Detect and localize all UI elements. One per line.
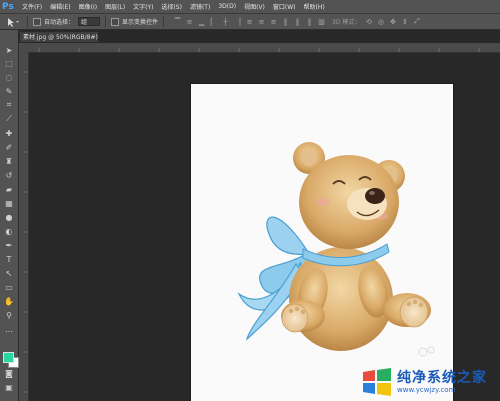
align-vcenter-icon[interactable]: ≡ — [185, 17, 194, 26]
gradient-tool-icon[interactable]: ▦ — [3, 198, 15, 208]
3d-roll-icon[interactable]: ◎ — [376, 17, 385, 26]
path-selection-tool-icon[interactable]: ↖ — [3, 268, 15, 278]
menu-help[interactable]: 帮助(H) — [300, 2, 329, 11]
align-bottom-icon[interactable]: ▁ — [197, 17, 206, 26]
align-top-icon[interactable]: ▔ — [173, 17, 182, 26]
menu-filter[interactable]: 滤镜(T) — [186, 2, 214, 11]
brush-tool-icon[interactable]: ✐ — [3, 142, 15, 152]
auto-select-label: 自动选择： — [44, 19, 75, 26]
foreground-color-swatch[interactable] — [3, 352, 14, 363]
windows-logo-icon — [363, 367, 391, 396]
screen-mode-icon[interactable]: ▣ — [3, 382, 15, 392]
menu-edit[interactable]: 编辑(E) — [46, 2, 74, 11]
3d-slide-icon[interactable]: ⇕ — [400, 17, 409, 26]
blur-tool-icon[interactable]: ● — [3, 212, 15, 222]
menu-type[interactable]: 文字(Y) — [129, 2, 157, 11]
document-tab[interactable]: 素材.jpg @ 50%(RGB/8#)× — [19, 31, 99, 42]
more-tools-icon[interactable]: … — [3, 324, 15, 334]
quick-mask-icon[interactable]: ◙ — [3, 368, 15, 378]
distribute-bottom-icon[interactable]: ≡ — [269, 17, 278, 26]
auto-select-dropdown[interactable]: 组 — [78, 17, 101, 26]
distribute-right-icon[interactable]: ‖ — [305, 17, 314, 26]
clone-stamp-tool-icon[interactable]: ♜ — [3, 156, 15, 166]
move-tool-preset-icon[interactable] — [4, 16, 22, 27]
history-brush-tool-icon[interactable]: ↺ — [3, 170, 15, 180]
crop-tool-icon[interactable]: ⌗ — [3, 100, 15, 110]
3d-pan-icon[interactable]: ✥ — [388, 17, 397, 26]
watermark: 纯净系统之家 www.ycwjzy.com — [361, 362, 500, 401]
align-hcenter-icon[interactable]: ┼ — [221, 17, 230, 26]
move-tool-icon[interactable]: ➤ — [3, 45, 15, 55]
menu-window[interactable]: 窗口(W) — [269, 2, 300, 11]
menu-select[interactable]: 选择(S) — [157, 2, 186, 11]
healing-brush-tool-icon[interactable]: ✚ — [3, 128, 15, 138]
3d-rotate-icon[interactable]: ⟲ — [364, 17, 373, 26]
auto-align-icon[interactable]: ▥ — [317, 17, 326, 26]
align-buttons: ▔ ≡ ▁ ▏ ┼ ▕ ≡ ≡ ≡ ‖ ‖ ‖ ▥ — [173, 17, 326, 26]
marquee-tool-icon[interactable]: ⬚ — [3, 58, 15, 68]
3d-mode-label: 3D 模式： — [332, 19, 361, 26]
menu-layer[interactable]: 图层(L) — [101, 2, 129, 11]
eraser-tool-icon[interactable]: ▰ — [3, 184, 15, 194]
3d-mode-buttons: ⟲ ◎ ✥ ⇕ ⤢ — [364, 17, 421, 26]
teddy-bear-illustration — [237, 142, 435, 357]
show-transform-checkbox[interactable] — [111, 17, 120, 26]
document-tab-title: 素材.jpg @ 50%(RGB/8#) — [23, 34, 98, 41]
distribute-top-icon[interactable]: ≡ — [245, 17, 254, 26]
options-bar: 自动选择： 组 显示变换控件 ▔ ≡ ▁ ▏ ┼ ▕ ≡ ≡ ≡ ‖ ‖ ‖ ▥… — [0, 14, 500, 30]
separator — [27, 16, 28, 27]
hand-tool-icon[interactable]: ✋ — [3, 296, 15, 306]
lasso-tool-icon[interactable]: ◌ — [3, 72, 15, 82]
3d-scale-icon[interactable]: ⤢ — [412, 17, 421, 26]
zoom-tool-icon[interactable]: ⚲ — [3, 310, 15, 320]
document-canvas[interactable] — [191, 84, 453, 401]
show-transform-label: 显示变换控件 — [122, 19, 159, 26]
toolbox: ➤ ⬚ ◌ ✎ ⌗ ⟋ ✚ ✐ ♜ ↺ ▰ ▦ ● ◐ ✒ T ↖ ▭ ✋ ⚲ … — [0, 30, 19, 401]
menu-image[interactable]: 图像(I) — [75, 2, 101, 11]
menu-view[interactable]: 视图(V) — [240, 2, 269, 11]
align-right-icon[interactable]: ▕ — [233, 17, 242, 26]
type-tool-icon[interactable]: T — [3, 254, 15, 264]
pen-tool-icon[interactable]: ✒ — [3, 240, 15, 250]
distribute-vcenter-icon[interactable]: ≡ — [257, 17, 266, 26]
menu-file[interactable]: 文件(F) — [18, 2, 46, 11]
separator — [105, 16, 107, 27]
watermark-title: 纯净系统之家 — [397, 369, 487, 386]
shape-tool-icon[interactable]: ▭ — [3, 282, 15, 292]
photoshop-logo: Ps — [2, 1, 14, 12]
menu-3d[interactable]: 3D(D) — [214, 3, 240, 10]
auto-select-checkbox[interactable] — [33, 17, 41, 26]
align-left-icon[interactable]: ▏ — [209, 17, 218, 26]
separator — [163, 16, 165, 27]
menu-bar: Ps 文件(F) 编辑(E) 图像(I) 图层(L) 文字(Y) 选择(S) 滤… — [0, 0, 500, 14]
eyedropper-tool-icon[interactable]: ⟋ — [3, 114, 15, 124]
vertical-ruler[interactable] — [19, 52, 29, 401]
distribute-left-icon[interactable]: ‖ — [281, 17, 290, 26]
watermark-url: www.ycwjzy.com — [397, 385, 456, 394]
horizontal-ruler[interactable] — [19, 43, 500, 53]
distribute-hcenter-icon[interactable]: ‖ — [293, 17, 302, 26]
dodge-tool-icon[interactable]: ◐ — [3, 226, 15, 236]
quick-select-tool-icon[interactable]: ✎ — [3, 86, 15, 96]
